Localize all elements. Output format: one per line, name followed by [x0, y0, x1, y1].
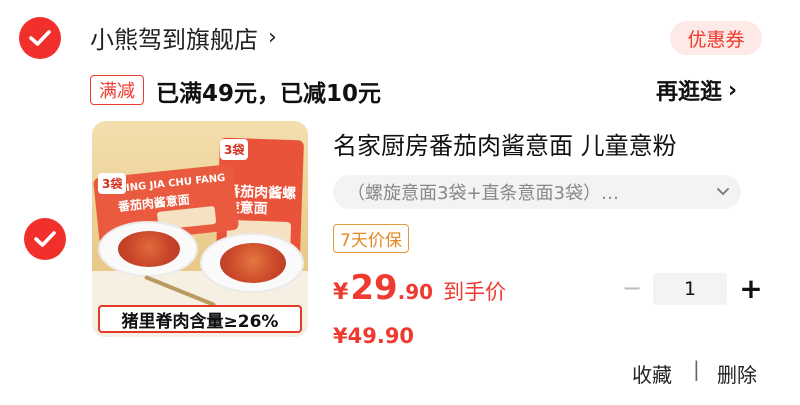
check-icon [29, 30, 51, 46]
store-select-checkbox[interactable] [19, 17, 61, 59]
product-title[interactable]: 名家厨房番茄肉酱意面 儿童意粉 [333, 126, 677, 161]
browse-more-label: 再逛逛 [656, 80, 723, 105]
currency-symbol: ¥ [333, 280, 349, 305]
delete-button[interactable]: 删除 [717, 359, 757, 388]
bag-count-badge: 3袋 [98, 173, 127, 194]
store-name-link[interactable]: 小熊驾到旗舰店 › [90, 20, 277, 55]
price-integer: 29 [350, 268, 398, 308]
coupon-button[interactable]: 优惠券 [670, 21, 762, 55]
quantity-decrease-button[interactable]: − [620, 274, 644, 302]
action-divider: | [693, 357, 700, 381]
bag-count-badge: 3袋 [220, 139, 249, 160]
promo-tag: 满减 [90, 75, 144, 105]
browse-more-link[interactable]: 再逛逛 › [656, 74, 737, 106]
item-select-checkbox[interactable] [24, 218, 66, 260]
sku-text: （螺旋意面3袋+直条意面3袋）… [347, 183, 619, 204]
check-icon [34, 231, 56, 247]
price-label: 到手价 [443, 280, 507, 304]
pasta-plate [98, 221, 198, 277]
chevron-down-icon [717, 184, 729, 200]
store-name: 小熊驾到旗舰店 [90, 26, 258, 54]
product-image-banner: 猪里脊肉含量≥26% [98, 305, 302, 333]
pasta-plate [200, 233, 304, 293]
chevron-right-icon: › [728, 77, 738, 103]
promo-text: 已满49元，已减10元 [156, 81, 382, 107]
original-price: ¥49.90 [333, 324, 415, 348]
quantity-increase-button[interactable]: + [738, 272, 764, 305]
chevron-right-icon: › [268, 25, 277, 50]
final-price: ¥ 29 .90 到手价 [333, 268, 506, 308]
sku-selector[interactable]: （螺旋意面3袋+直条意面3袋）… [333, 175, 741, 209]
price-protection-tag: 7天价保 [333, 224, 409, 253]
quantity-input[interactable]: 1 [653, 273, 727, 305]
favorite-button[interactable]: 收藏 [632, 359, 672, 388]
product-image[interactable]: 番茄肉酱螺旋意面 3袋 MING JIA CHU FANG 番茄肉酱意面 3袋 … [92, 121, 308, 337]
price-decimal: .90 [397, 280, 434, 304]
